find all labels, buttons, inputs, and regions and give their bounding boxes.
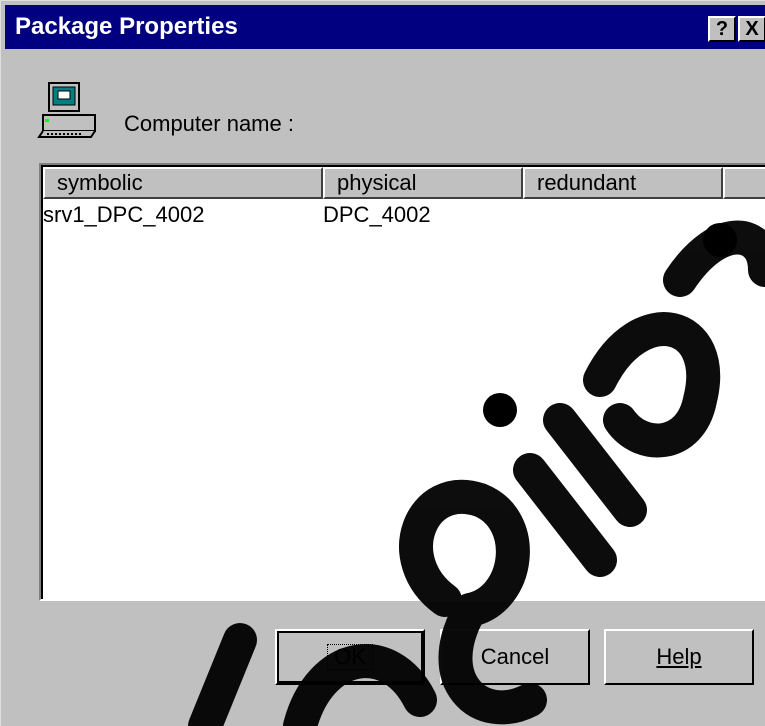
cancel-label: Cancel — [480, 644, 550, 669]
computer-icon — [37, 82, 96, 138]
question-icon: ? — [715, 18, 729, 40]
column-redundant[interactable]: redundant — [523, 167, 723, 199]
ok-button[interactable]: OK — [275, 629, 425, 685]
close-button[interactable]: X — [738, 16, 765, 42]
help-title-button[interactable]: ? — [708, 16, 736, 42]
close-icon: X — [745, 18, 759, 40]
help-button[interactable]: Help — [604, 629, 754, 685]
list-item[interactable]: srv1_DPC_4002 DPC_4002 — [43, 201, 765, 229]
list-header: symbolic physical redundant — [43, 167, 765, 199]
ok-label: OK — [327, 644, 373, 670]
column-physical[interactable]: physical — [323, 167, 523, 199]
cell-symbolic: srv1_DPC_4002 — [43, 202, 205, 227]
cancel-button[interactable]: Cancel — [440, 629, 590, 685]
cell-physical: DPC_4002 — [323, 202, 431, 227]
computer-name-label: Computer name : — [124, 111, 294, 136]
window-title: Package Properties — [15, 13, 238, 40]
help-label: Help — [656, 644, 702, 669]
package-list[interactable]: symbolic physical redundant srv1_DPC_400… — [39, 163, 765, 601]
column-symbolic[interactable]: symbolic — [43, 167, 323, 199]
package-properties-dialog: Package Properties ? X Computer name : s… — [0, 0, 765, 726]
column-extra — [723, 167, 765, 199]
title-bar[interactable]: Package Properties ? X — [5, 5, 765, 49]
